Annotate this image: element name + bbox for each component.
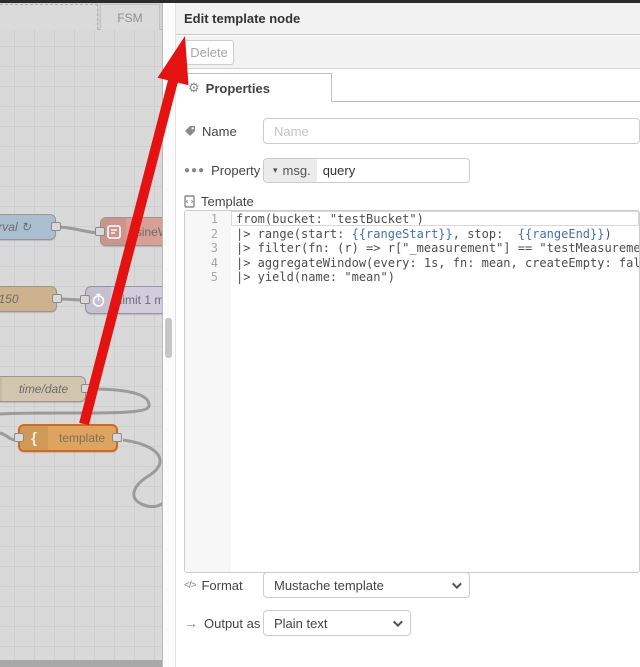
property-prefix-text: msg. — [282, 163, 311, 178]
node-interval-label: interval ↻ — [0, 220, 32, 234]
line-number: 2 — [210, 226, 218, 241]
line-number: 1 — [210, 212, 218, 226]
node-sinewave-label: sineW — [135, 224, 162, 239]
property-label-text: Property — [211, 163, 261, 178]
node-timedate-label: time/date — [18, 382, 69, 396]
node-template-label: template — [58, 431, 106, 445]
template-code-editor[interactable]: 12345 from(bucket: "testBucket") |> range… — [184, 210, 640, 573]
chevron-down-icon — [451, 579, 462, 590]
node-s150-label: s-150 — [0, 292, 19, 306]
wire-interval-sine — [56, 225, 99, 235]
node-s150[interactable]: s-150 — [0, 286, 62, 312]
tray-scrollbar-thumb[interactable] — [165, 318, 172, 358]
line-number: 3 — [210, 241, 218, 256]
name-input[interactable] — [263, 118, 640, 144]
dialog-header: Edit template node — [176, 3, 640, 35]
node-timedate-output-port[interactable] — [81, 384, 91, 393]
tray-scroll-strip — [164, 3, 175, 667]
node-limit-input-port[interactable] — [80, 295, 90, 304]
node-template-selected[interactable]: { template — [14, 424, 122, 452]
code-line: |> yield(name: "mean") — [236, 270, 395, 285]
dialog-toolbar: Delete — [176, 36, 640, 69]
dialog-tabrow: ⚙ Properties — [176, 71, 640, 102]
app-header-edge — [0, 0, 640, 3]
delete-button[interactable]: Delete — [184, 40, 234, 65]
chevron-down-icon — [392, 617, 403, 628]
code-line: |> range(start: {{rangeStart}}, stop: {{… — [236, 226, 612, 241]
gear-icon: ⚙ — [188, 80, 200, 95]
node-s150-output-port[interactable] — [52, 294, 62, 303]
node-sinewave-input-port[interactable] — [95, 226, 105, 236]
output-label-text: Output as — [204, 615, 261, 631]
format-label-text: Format — [201, 577, 243, 593]
ellipsis-icon: ●●● — [184, 165, 206, 176]
output-row: → Output as Plain text — [184, 610, 640, 636]
property-field[interactable]: ▾ msg. query — [263, 158, 470, 183]
tag-icon — [184, 125, 196, 137]
output-select-value: Plain text — [274, 615, 328, 631]
format-label: </> Format — [184, 578, 263, 593]
node-sinewave[interactable]: sineW — [95, 217, 162, 246]
node-limit[interactable]: limit 1 ms — [80, 286, 162, 314]
dialog-title: Edit template node — [184, 11, 301, 26]
line-number: 4 — [210, 255, 218, 270]
workspace-tab-fsm[interactable]: FSM — [100, 4, 160, 30]
format-row: </> Format Mustache template — [184, 572, 640, 598]
workspace-tab-partial[interactable] — [0, 4, 98, 30]
node-limit-label: limit 1 ms — [119, 293, 162, 307]
name-row: Name — [184, 118, 640, 144]
node-template-output-port[interactable] — [112, 433, 122, 442]
file-code-icon — [184, 194, 195, 208]
caret-down-icon: ▾ — [273, 165, 278, 175]
format-select-value: Mustache template — [274, 577, 384, 593]
node-timedate[interactable]: f time/date — [0, 376, 91, 402]
property-type-dropdown[interactable]: ▾ msg. — [264, 159, 317, 182]
property-label: ●●● Property — [184, 163, 263, 178]
editor-code: from(bucket: "testBucket") |> range(start… — [231, 211, 639, 572]
template-label-row: Template — [184, 193, 640, 209]
wire-into-template — [0, 431, 15, 442]
canvas-horizontal-scrollbar[interactable] — [0, 660, 162, 667]
name-label: Name — [184, 124, 263, 139]
property-value-input[interactable]: query — [317, 163, 356, 178]
node-interval-output-port[interactable] — [51, 222, 61, 231]
workspace-tabbar: FSM — [0, 3, 162, 30]
flow-wires — [0, 225, 162, 509]
screenshot-root: FSM interval ↻ sineW s-150 — [0, 0, 640, 667]
code-line: from(bucket: "testBucket") — [236, 212, 424, 226]
output-label: → Output as — [184, 616, 263, 631]
edit-template-dialog: Edit template node Delete ⚙ Properties N… — [175, 3, 640, 667]
right-arrow-icon: → — [184, 615, 198, 631]
node-interval[interactable]: interval ↻ — [0, 214, 61, 240]
code-line: |> aggregateWindow(every: 1s, fn: mean, … — [236, 255, 640, 270]
flow-canvas[interactable]: FSM interval ↻ sineW s-150 — [0, 3, 163, 667]
mustache-token: {{rangeEnd}} — [517, 226, 605, 241]
curly-brace-icon: { — [20, 426, 48, 450]
name-label-text: Name — [202, 123, 237, 139]
format-select[interactable]: Mustache template — [263, 572, 470, 598]
line-number: 5 — [210, 270, 218, 285]
node-template-input-port[interactable] — [14, 433, 24, 442]
template-label: Template — [184, 194, 263, 209]
tab-properties[interactable]: ⚙ Properties — [176, 73, 332, 102]
dialog-form: Name ●●● Property ▾ msg. query — [176, 102, 640, 667]
wire-template-out — [122, 438, 162, 509]
property-row: ●●● Property ▾ msg. query — [184, 158, 640, 183]
editor-gutter: 12345 — [185, 211, 231, 572]
output-select[interactable]: Plain text — [263, 610, 411, 636]
code-icon: </> — [184, 579, 197, 591]
mustache-token: {{rangeStart}} — [351, 226, 453, 241]
template-label-text: Template — [201, 193, 254, 209]
tab-properties-label: Properties — [205, 80, 270, 96]
code-line: |> filter(fn: (r) => r["_measurement"] =… — [236, 241, 640, 256]
